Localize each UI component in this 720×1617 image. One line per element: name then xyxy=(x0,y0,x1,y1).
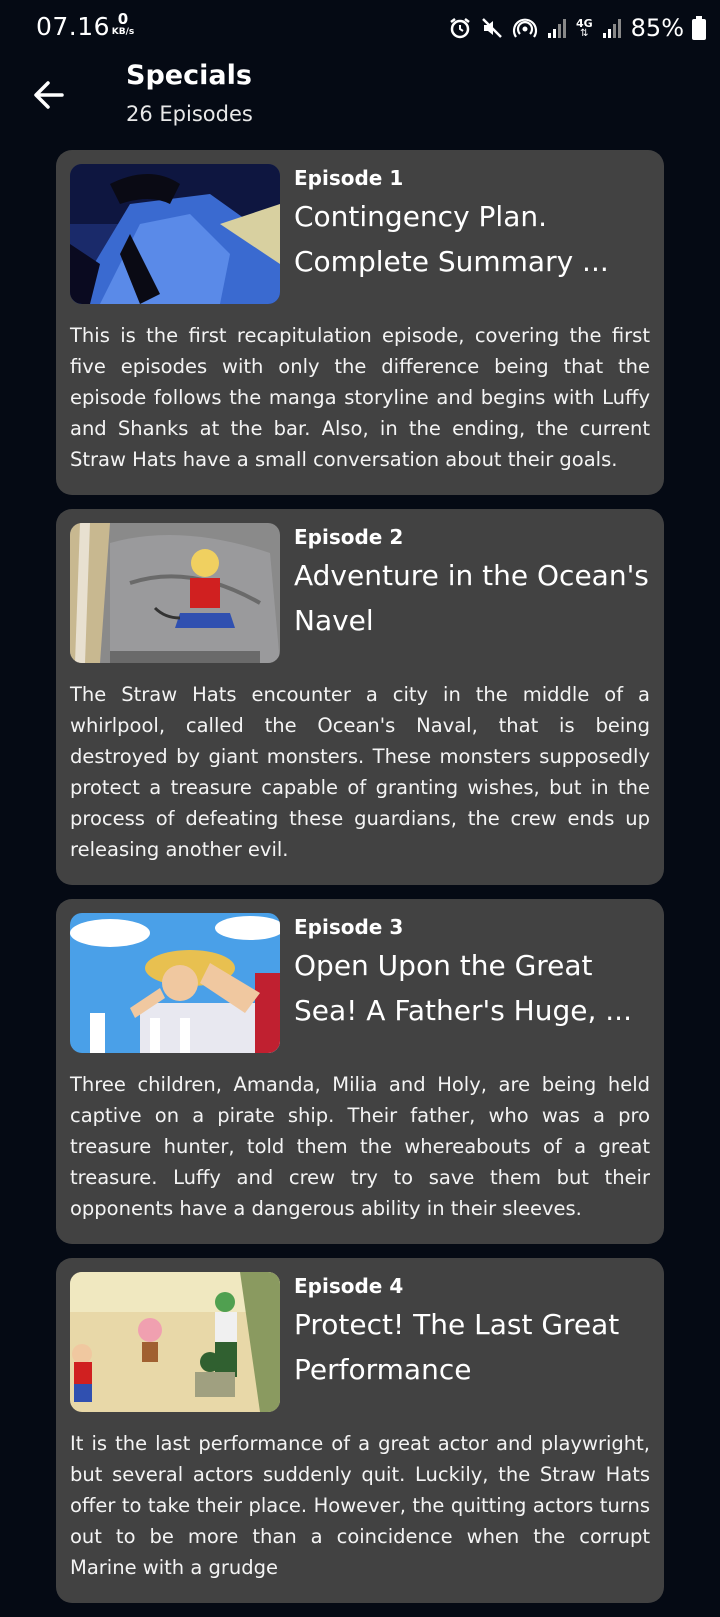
episode-description: This is the first recapitulation episode… xyxy=(70,324,650,471)
episode-thumbnail xyxy=(70,164,280,304)
network-type-icon: 4G ⇅ xyxy=(575,16,593,39)
battery-icon xyxy=(692,16,706,40)
network-speed-unit: KB/s xyxy=(111,27,135,37)
episode-card[interactable]: Episode 4 Protect! The Last Great Perfor… xyxy=(56,1258,664,1603)
episode-number: Episode 1 xyxy=(294,166,404,190)
episode-number: Episode 4 xyxy=(294,1274,404,1298)
episode-thumbnail xyxy=(70,523,280,663)
episode-title: Adventure in the Ocean's Navel xyxy=(294,559,649,637)
network-speed: 0 KB/s xyxy=(108,12,138,37)
episode-count: 26 Episodes xyxy=(126,102,253,126)
back-button[interactable] xyxy=(24,70,74,120)
episode-title: Open Upon the Great Sea! A Father's Huge… xyxy=(294,949,632,1027)
episode-card[interactable]: Episode 3 Open Upon the Great Sea! A Fat… xyxy=(56,899,664,1244)
status-time: 07.16 xyxy=(36,12,111,41)
page-title: Specials xyxy=(126,60,252,91)
arrow-left-icon xyxy=(34,81,64,109)
episode-thumbnail xyxy=(70,913,280,1053)
episode-title: Protect! The Last Great Performance xyxy=(294,1308,620,1386)
status-bar: 07.16 0 KB/s 4G ⇅ 85% xyxy=(0,0,720,54)
status-icons: 4G ⇅ 85% xyxy=(448,14,706,42)
episode-card[interactable]: Episode 2 Adventure in the Ocean's Navel… xyxy=(56,509,664,885)
episode-list[interactable]: Episode 1 Contingency Plan. Complete Sum… xyxy=(56,150,664,1617)
episode-description: It is the last performance of a great ac… xyxy=(70,1432,650,1579)
episode-thumbnail xyxy=(70,1272,280,1412)
network-speed-value: 0 xyxy=(117,10,129,28)
episode-title: Contingency Plan. Complete Summary ... xyxy=(294,200,609,278)
signal-icon-2 xyxy=(601,17,623,39)
signal-icon xyxy=(546,17,568,39)
episode-number: Episode 3 xyxy=(294,915,404,939)
app-header: Specials 26 Episodes xyxy=(0,54,720,144)
episode-number: Episode 2 xyxy=(294,525,404,549)
hotspot-icon xyxy=(512,16,538,40)
alarm-icon xyxy=(448,16,472,40)
battery-percent: 85% xyxy=(630,14,684,42)
episode-card[interactable]: Episode 1 Contingency Plan. Complete Sum… xyxy=(56,150,664,495)
episode-description: The Straw Hats encounter a city in the m… xyxy=(70,683,650,861)
network-type-label: 4G xyxy=(575,16,593,30)
mute-icon xyxy=(480,16,504,40)
episode-description: Three children, Amanda, Milia and Holy, … xyxy=(70,1073,650,1220)
